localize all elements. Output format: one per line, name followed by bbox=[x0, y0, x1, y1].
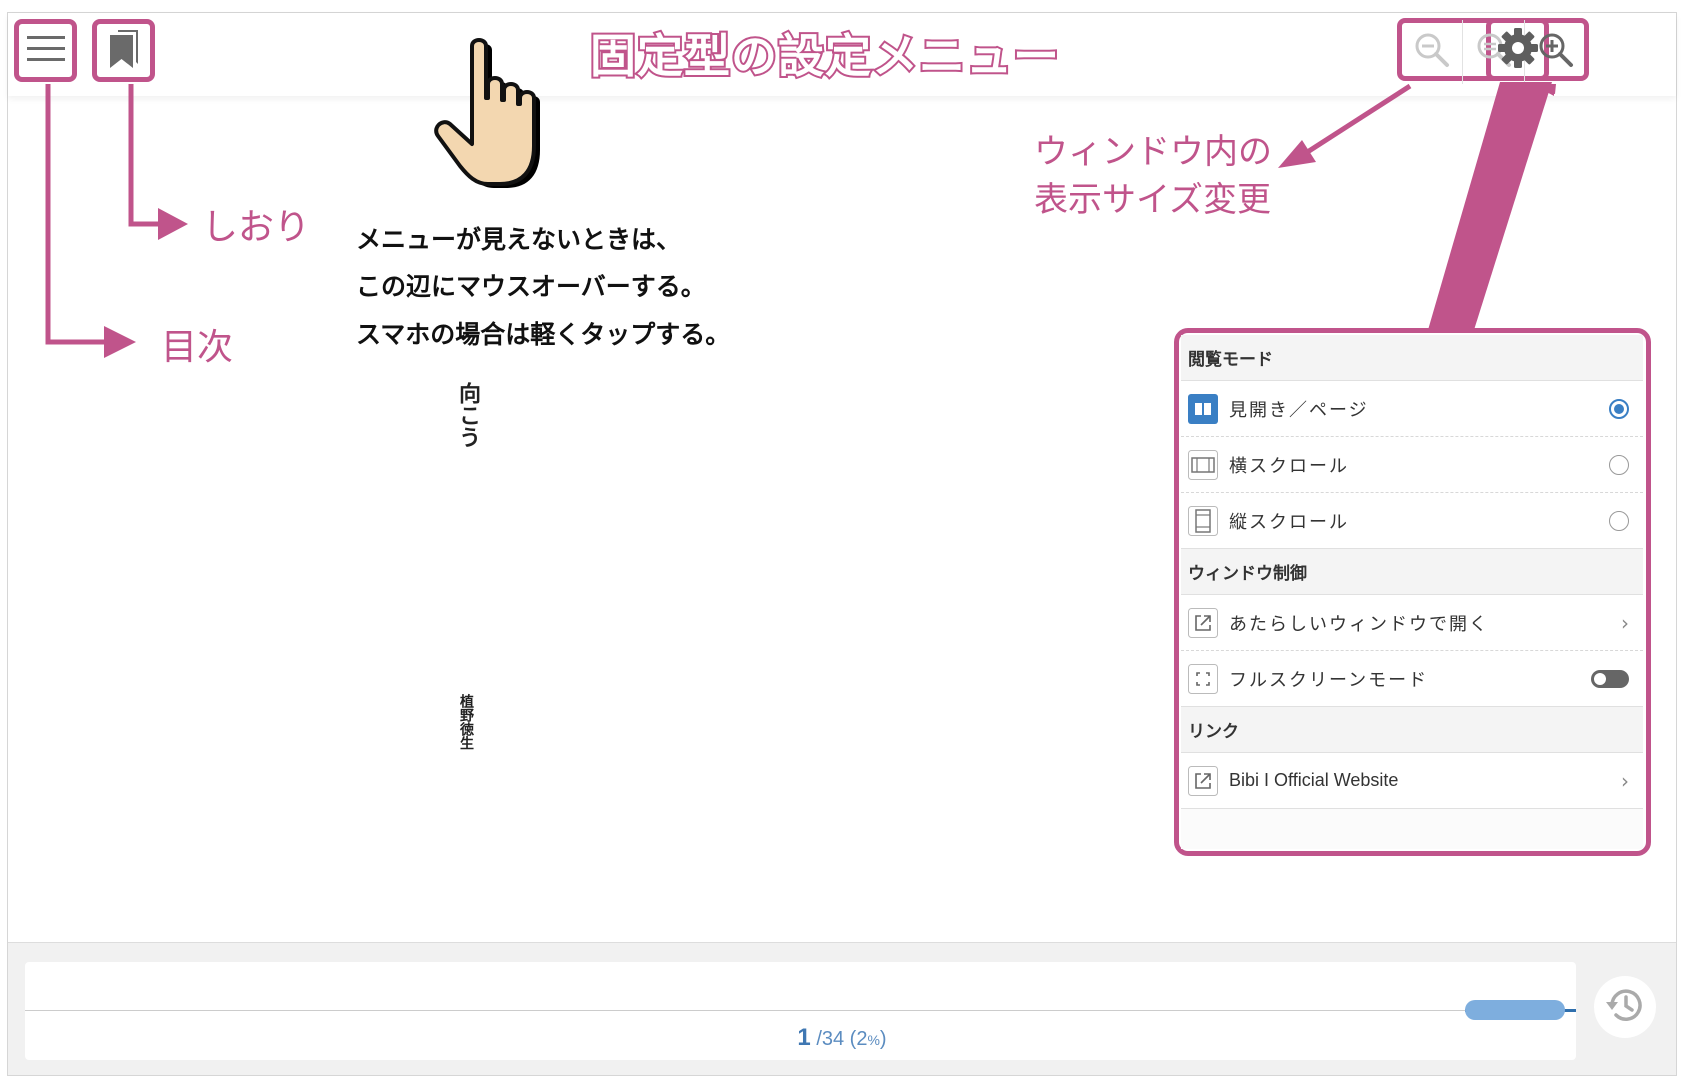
total-pages: /34 bbox=[816, 1028, 845, 1050]
official-website-label: Bibi I Official Website bbox=[1229, 770, 1399, 790]
fullscreen-label: フルスクリーンモード bbox=[1229, 669, 1429, 691]
settings-button[interactable] bbox=[1491, 23, 1544, 76]
book-title: 向こう bbox=[455, 382, 481, 448]
zoom-annotation-line1: ウィンドウ内の bbox=[1034, 132, 1272, 172]
reading-mode-spread-label: 見開き／ページ bbox=[1229, 399, 1369, 421]
hamburger-icon bbox=[26, 34, 65, 68]
zoom-annotation-line2: 表示サイズ変更 bbox=[1034, 180, 1271, 220]
settings-panel: 閲覧モード 見開き／ページ 横スクロール 縦スクロール ウィンドウ制御 あたらし… bbox=[1181, 335, 1643, 849]
links-header: リンク bbox=[1181, 707, 1643, 753]
history-icon bbox=[1603, 983, 1647, 1031]
reading-mode-vertical-radio[interactable] bbox=[1609, 510, 1629, 531]
bookmark-icon bbox=[108, 29, 140, 72]
page-indicator: 1 /34 (2%) bbox=[0, 1024, 1684, 1052]
fullscreen-icon bbox=[1187, 663, 1219, 695]
percent-close: ) bbox=[879, 1028, 887, 1050]
instruction-line-1: メニューが見えないときは、 bbox=[356, 225, 682, 254]
book-author: 植野徳生 bbox=[458, 694, 474, 750]
external-link-icon bbox=[1187, 765, 1219, 797]
instruction-line-3: スマホの場合は軽くタップする。 bbox=[356, 320, 731, 349]
spread-page-icon bbox=[1187, 393, 1219, 425]
reading-mode-spread[interactable]: 見開き／ページ bbox=[1181, 381, 1643, 437]
open-new-window-item[interactable]: あたらしいウィンドウで開く › bbox=[1181, 595, 1643, 651]
reading-mode-horizontal[interactable]: 横スクロール bbox=[1181, 437, 1643, 493]
horizontal-scroll-icon bbox=[1187, 449, 1219, 481]
page-slider-line bbox=[25, 1010, 1576, 1011]
zoom-out-icon bbox=[1414, 32, 1450, 72]
gear-icon bbox=[1496, 26, 1540, 74]
vertical-scroll-icon bbox=[1187, 505, 1219, 537]
reading-mode-header: 閲覧モード bbox=[1181, 335, 1643, 381]
window-control-header: ウィンドウ制御 bbox=[1181, 549, 1643, 595]
reading-mode-horizontal-radio[interactable] bbox=[1609, 454, 1629, 475]
reading-mode-vertical-label: 縦スクロール bbox=[1229, 511, 1349, 533]
percent-value: 2 bbox=[856, 1028, 868, 1050]
instruction-line-2: この辺にマウスオーバーする。 bbox=[356, 272, 706, 301]
annotation-title: 固定型の設定メニュー bbox=[588, 27, 1061, 85]
reading-mode-spread-radio[interactable] bbox=[1609, 398, 1629, 419]
chevron-right-icon: › bbox=[1621, 610, 1629, 635]
official-website-link[interactable]: Bibi I Official Website › bbox=[1181, 753, 1643, 809]
page-slider-thumb[interactable] bbox=[1465, 1000, 1565, 1020]
fullscreen-item[interactable]: フルスクリーンモード bbox=[1181, 651, 1643, 707]
external-link-icon bbox=[1187, 607, 1219, 639]
current-page: 1 bbox=[797, 1024, 811, 1051]
fullscreen-toggle[interactable] bbox=[1591, 669, 1629, 688]
zoom-out-button[interactable] bbox=[1401, 20, 1463, 84]
percent-open: ( bbox=[844, 1028, 857, 1050]
open-new-window-label: あたらしいウィンドウで開く bbox=[1229, 613, 1489, 635]
hand-pointer-icon bbox=[432, 36, 562, 188]
reading-mode-vertical[interactable]: 縦スクロール bbox=[1181, 493, 1643, 549]
percent-unit: % bbox=[867, 1032, 880, 1048]
history-button[interactable] bbox=[1594, 976, 1656, 1038]
menu-button[interactable] bbox=[19, 24, 72, 77]
reading-mode-horizontal-label: 横スクロール bbox=[1229, 455, 1349, 477]
chevron-right-icon: › bbox=[1621, 768, 1629, 793]
bookmark-button[interactable] bbox=[97, 24, 150, 77]
toc-annotation: 目次 bbox=[161, 327, 234, 368]
bookmark-annotation: しおり bbox=[202, 207, 311, 248]
